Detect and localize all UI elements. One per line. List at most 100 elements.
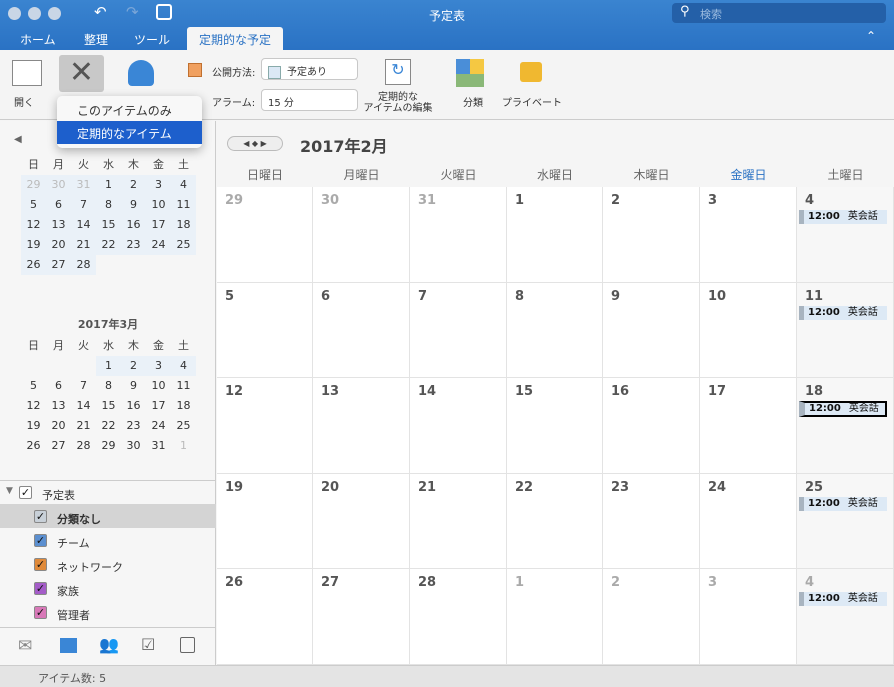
mini-day[interactable]: 24 — [146, 235, 171, 255]
mini-day[interactable]: 11 — [171, 195, 196, 215]
month-navigator[interactable]: ◀ ◆ ▶ — [227, 136, 283, 151]
mini-day[interactable]: 2 — [121, 356, 146, 376]
day-cell[interactable]: 15 — [507, 378, 603, 474]
mini-day[interactable]: 17 — [146, 215, 171, 235]
day-cell[interactable]: 31 — [410, 187, 507, 283]
day-cell[interactable]: 11 12:00 英会話 — [797, 282, 894, 378]
day-cell[interactable]: 30 — [313, 187, 410, 283]
mini-day[interactable]: 9 — [121, 376, 146, 396]
mini-day[interactable]: 31 — [71, 175, 96, 195]
mini-day[interactable]: 4 — [171, 175, 196, 195]
mini-day[interactable]: 19 — [21, 416, 46, 436]
mini-day[interactable]: 14 — [71, 396, 96, 416]
day-cell[interactable]: 28 — [410, 569, 507, 665]
mini-day[interactable]: 5 — [21, 195, 46, 215]
mini-day[interactable]: 29 — [21, 175, 46, 195]
mini-day[interactable]: 30 — [46, 175, 71, 195]
mini-day[interactable]: 24 — [146, 416, 171, 436]
mini-day[interactable]: 18 — [171, 215, 196, 235]
mini-day[interactable]: 10 — [146, 195, 171, 215]
day-cell[interactable]: 8 — [507, 282, 603, 378]
day-cell[interactable]: 23 — [603, 473, 700, 569]
mini-day[interactable]: 11 — [171, 376, 196, 396]
checkbox[interactable]: ✓ — [19, 486, 32, 499]
mini-day[interactable]: 26 — [21, 436, 46, 456]
day-cell[interactable]: 25 12:00 英会話 — [797, 473, 894, 569]
mini-day[interactable]: 18 — [171, 396, 196, 416]
mini-day[interactable]: 1 — [171, 436, 196, 456]
mini-day[interactable]: 3 — [146, 175, 171, 195]
day-cell[interactable]: 14 — [410, 378, 507, 474]
event-item[interactable]: 12:00 英会話 — [799, 210, 887, 224]
day-cell[interactable]: 19 — [217, 473, 313, 569]
calendar-item[interactable]: ✓ チーム — [0, 528, 216, 552]
lock-icon[interactable] — [520, 62, 542, 82]
checkbox[interactable]: ✓ — [34, 582, 47, 595]
tab-recurring[interactable]: 定期的な予定 — [187, 27, 283, 50]
day-cell[interactable]: 13 — [313, 378, 410, 474]
mini-day[interactable]: 6 — [46, 195, 71, 215]
open-calendar-icon[interactable] — [12, 60, 42, 86]
calendar-item[interactable]: ✓ 分類なし — [0, 504, 216, 528]
mini-day[interactable]: 23 — [121, 416, 146, 436]
mini-day[interactable]: 8 — [96, 195, 121, 215]
categorize-icon[interactable] — [456, 59, 484, 87]
search-input[interactable]: 検索 — [672, 3, 886, 23]
event-item[interactable]: 12:00 英会話 — [799, 305, 887, 320]
calendar-item[interactable]: ✓ ネットワーク — [0, 552, 216, 576]
delete-icon[interactable]: ✕ — [59, 55, 104, 92]
mini-day[interactable]: 16 — [121, 215, 146, 235]
checkbox[interactable]: ✓ — [34, 510, 47, 523]
mini-day[interactable]: 6 — [46, 376, 71, 396]
day-cell[interactable]: 6 — [313, 282, 410, 378]
checkbox[interactable]: ✓ — [34, 534, 47, 547]
mini-day[interactable]: 21 — [71, 235, 96, 255]
day-cell[interactable]: 17 — [700, 378, 797, 474]
mini-day[interactable]: 2 — [121, 175, 146, 195]
day-cell[interactable]: 18 12:00 英会話 — [797, 378, 894, 474]
day-cell[interactable]: 26 — [217, 569, 313, 665]
open-button-label[interactable]: 開く — [14, 94, 34, 109]
day-cell[interactable]: 10 — [700, 282, 797, 378]
mini-day[interactable]: 21 — [71, 416, 96, 436]
calendar-icon[interactable] — [60, 638, 77, 653]
notes-icon[interactable] — [180, 637, 195, 653]
day-cell[interactable]: 12 — [217, 378, 313, 474]
mini-day[interactable] — [46, 356, 71, 376]
day-cell[interactable]: 1 — [507, 569, 603, 665]
mini-day[interactable]: 27 — [46, 436, 71, 456]
mini-day[interactable]: 7 — [71, 376, 96, 396]
menu-item-this-occurrence[interactable]: このアイテムのみ — [57, 98, 202, 121]
tab-organize[interactable]: 整理 — [84, 31, 108, 48]
invite-attendees-icon[interactable] — [128, 60, 154, 86]
mini-day[interactable]: 5 — [21, 376, 46, 396]
day-cell[interactable]: 24 — [700, 473, 797, 569]
event-item[interactable]: 12:00 英会話 — [799, 496, 887, 511]
tab-home[interactable]: ホーム — [20, 31, 56, 48]
mini-day[interactable]: 27 — [46, 255, 71, 275]
mini-day[interactable]: 28 — [71, 436, 96, 456]
day-cell[interactable]: 4 12:00 英会話 — [797, 569, 894, 665]
collapse-ribbon-icon[interactable]: ⌃ — [866, 29, 876, 43]
mini-day[interactable]: 19 — [21, 235, 46, 255]
day-cell[interactable]: 2 — [603, 187, 700, 283]
day-cell[interactable]: 7 — [410, 282, 507, 378]
tasks-icon[interactable]: ☑ — [141, 635, 155, 654]
mini-day[interactable]: 16 — [121, 396, 146, 416]
event-item[interactable]: 12:00 英会話 — [799, 401, 887, 417]
mini-day[interactable]: 26 — [21, 255, 46, 275]
checkbox[interactable]: ✓ — [34, 606, 47, 619]
day-cell[interactable]: 9 — [603, 282, 700, 378]
calendar-item[interactable]: ✓ 家族 — [0, 576, 216, 600]
day-cell[interactable]: 4 12:00 英会話 — [797, 187, 894, 283]
mini-day[interactable]: 4 — [171, 356, 196, 376]
checkbox[interactable]: ✓ — [34, 558, 47, 571]
mini-day[interactable] — [71, 356, 96, 376]
categorize-label[interactable]: 分類 — [463, 94, 483, 109]
calendar-item[interactable]: ✓ 管理者 — [0, 600, 216, 624]
show-as-stepper[interactable]: 予定あり — [261, 58, 358, 80]
mini-day[interactable]: 23 — [121, 235, 146, 255]
mini-day[interactable]: 25 — [171, 235, 196, 255]
mail-icon[interactable]: ✉ — [18, 636, 32, 656]
mini-day[interactable]: 13 — [46, 215, 71, 235]
